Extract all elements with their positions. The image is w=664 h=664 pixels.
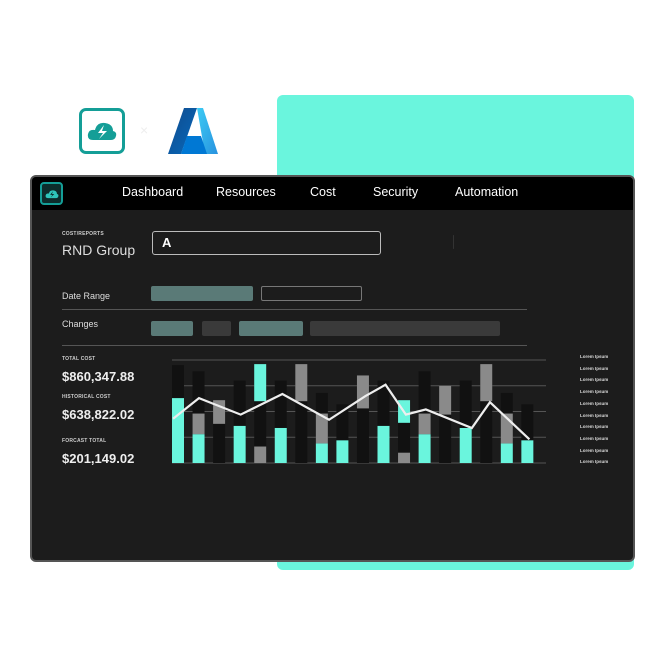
cost-chart xyxy=(172,359,546,464)
nav-cost[interactable]: Cost xyxy=(310,185,336,199)
changes-label: Changes xyxy=(62,319,99,329)
legend-item: Lorem Ipsum xyxy=(580,447,609,453)
trend-line xyxy=(172,383,531,441)
historical-bar xyxy=(398,452,411,463)
current-bar xyxy=(418,434,431,463)
legend-item: Lorem Ipsum xyxy=(580,365,609,371)
kpi-label: TOTAL COST xyxy=(62,356,96,362)
change-chip[interactable] xyxy=(202,321,231,336)
legend-item: Lorem Ipsum xyxy=(580,400,609,406)
current-bar xyxy=(274,427,287,463)
breadcrumb: COST/REPORTS xyxy=(62,231,104,237)
cloud-bolt-icon xyxy=(45,189,58,198)
current-bar xyxy=(192,434,205,463)
nav-security[interactable]: Security xyxy=(373,185,418,199)
nav-automation[interactable]: Automation xyxy=(455,185,518,199)
legend-item: Lorem Ipsum xyxy=(580,354,609,359)
historical-bar xyxy=(439,385,452,415)
app-window: Dashboard Resources Cost Security Automa… xyxy=(30,175,635,562)
historical-bar xyxy=(418,413,431,435)
historical-bar xyxy=(480,364,493,402)
change-chip[interactable] xyxy=(310,321,500,336)
legend-item: Lorem Ipsum xyxy=(580,424,609,430)
current-bar xyxy=(172,398,184,463)
search-input[interactable]: A xyxy=(152,231,381,255)
historical-bar xyxy=(356,375,369,409)
change-chip[interactable] xyxy=(151,321,193,336)
historical-bar xyxy=(254,446,267,463)
page-title: RND Group xyxy=(62,242,136,258)
divider xyxy=(62,345,527,346)
nav-dashboard[interactable]: Dashboard xyxy=(122,185,183,199)
legend-item: Lorem Ipsum xyxy=(580,435,609,441)
app-logo xyxy=(79,108,125,154)
legend-item: Lorem Ipsum xyxy=(580,459,609,465)
date-range-label: Date Range xyxy=(62,291,111,301)
kpi-value: $860,347.88 xyxy=(62,369,135,384)
historical-bar xyxy=(192,413,205,435)
nav-logo[interactable] xyxy=(40,182,63,205)
historical-bar xyxy=(295,364,308,402)
current-bar xyxy=(254,364,267,402)
change-chip[interactable] xyxy=(239,321,303,336)
kpi-label: FORCAST TOTAL xyxy=(62,438,107,444)
nav-resources[interactable]: Resources xyxy=(216,185,276,199)
date-range-end[interactable] xyxy=(261,286,362,301)
top-nav-bar: Dashboard Resources Cost Security Automa… xyxy=(32,177,633,210)
cloud-bolt-icon xyxy=(87,122,117,140)
kpi-value: $201,149.02 xyxy=(62,451,135,466)
current-bar xyxy=(521,440,534,463)
divider xyxy=(62,309,527,310)
current-bar xyxy=(377,425,390,463)
date-range-start[interactable] xyxy=(151,286,253,301)
legend-item: Lorem Ipsum xyxy=(580,412,609,418)
current-bar xyxy=(459,427,472,463)
kpi-value: $638,822.02 xyxy=(62,407,135,422)
legend-item: Lorem Ipsum xyxy=(580,389,609,395)
current-bar xyxy=(500,443,513,463)
current-bar xyxy=(336,440,349,463)
search-value: A xyxy=(162,235,172,250)
divider xyxy=(453,235,454,249)
current-bar xyxy=(233,425,246,463)
azure-logo xyxy=(168,108,218,154)
current-bar xyxy=(315,443,328,463)
kpi-label: HISTORICAL COST xyxy=(62,394,111,400)
legend-item: Lorem Ipsum xyxy=(580,377,609,383)
separator: × xyxy=(140,122,149,138)
